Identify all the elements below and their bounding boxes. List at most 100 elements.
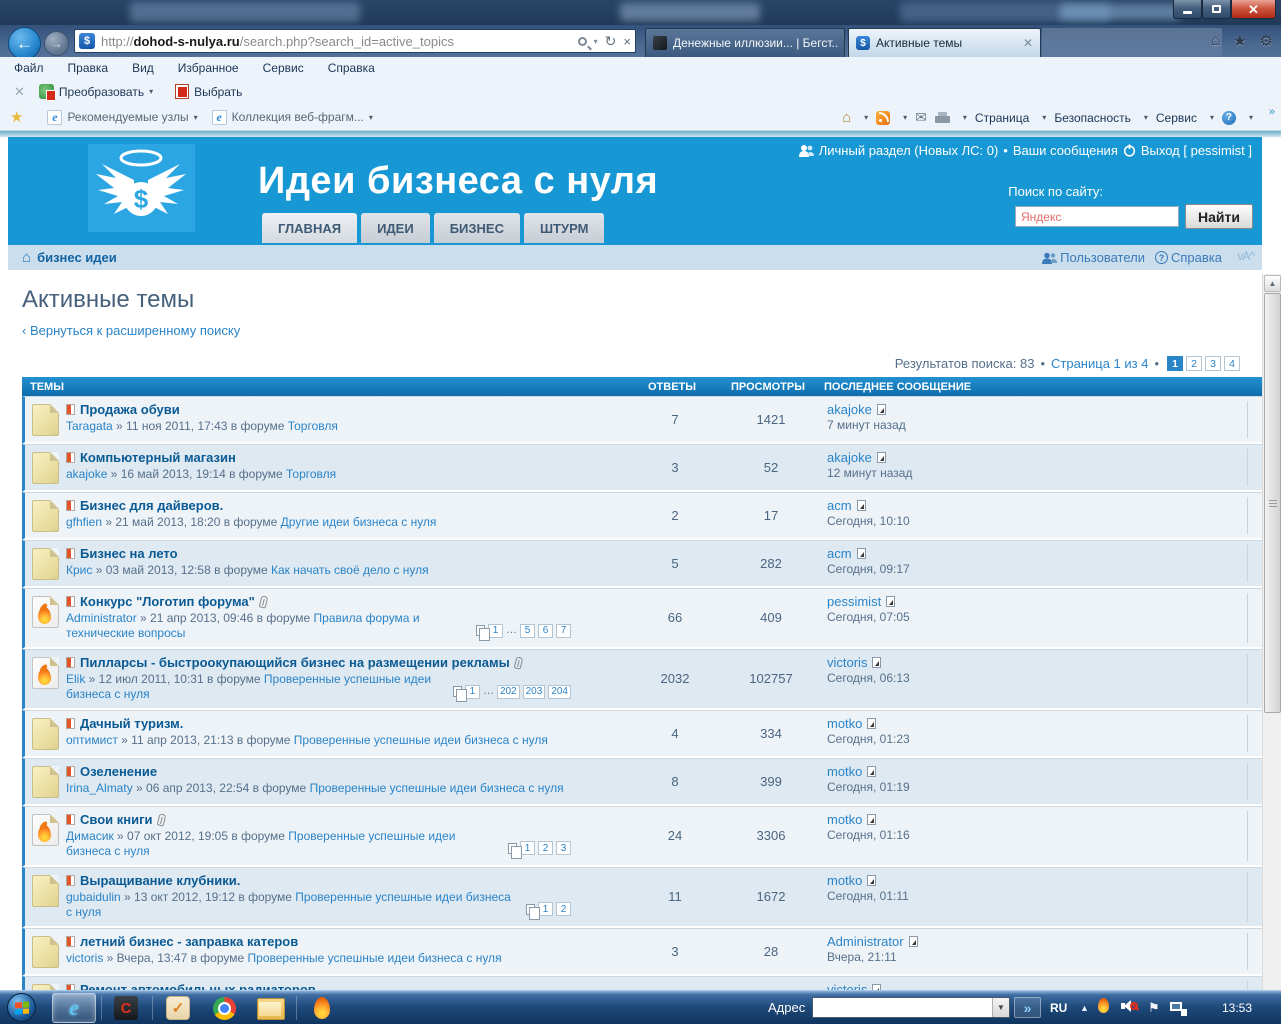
pagination-page-4[interactable]: 4 — [1224, 356, 1240, 371]
your-messages-link[interactable]: Ваши сообщения — [1013, 143, 1118, 158]
last-post-author[interactable]: acm — [827, 498, 852, 513]
chevron-down-icon[interactable]: ▾ — [963, 113, 967, 122]
menu-item-Сервис[interactable]: Сервис — [263, 61, 304, 75]
taskbar-ie-button[interactable]: e — [52, 993, 96, 1023]
topic-title-link[interactable]: Бизнес для дайверов. — [80, 498, 223, 513]
volume-muted-icon[interactable] — [1120, 998, 1138, 1014]
mini-page-link[interactable]: 5 — [520, 624, 535, 638]
action-center-flag-icon[interactable]: ⚑ — [1148, 1000, 1160, 1016]
last-post-icon[interactable] — [867, 814, 876, 825]
add-favorite-icon[interactable]: ★ — [10, 108, 23, 126]
show-hidden-icons[interactable]: ▲ — [1080, 1003, 1089, 1013]
taskbar-app-button-3[interactable] — [300, 993, 344, 1023]
mini-page-link[interactable]: 6 — [538, 624, 553, 638]
mini-page-link[interactable]: 3 — [556, 841, 571, 855]
chevron-down-icon[interactable]: ▾ — [1042, 113, 1046, 122]
forum-link[interactable]: Как начать своё дело с нуля — [271, 563, 429, 577]
menu-item-Вид[interactable]: Вид — [132, 61, 154, 75]
author-link[interactable]: akajoke — [66, 467, 107, 481]
mini-page-link[interactable]: 202 — [497, 685, 520, 699]
home-icon[interactable]: ⌂ — [1211, 32, 1220, 50]
personal-section-link[interactable]: Личный раздел (Новых ЛС: 0) — [819, 143, 999, 158]
taskbar-app-button-2[interactable]: ✓ — [156, 993, 200, 1023]
start-button[interactable] — [7, 993, 36, 1022]
chevron-down-icon[interactable]: ▾ — [1249, 113, 1253, 122]
last-post-author[interactable]: victoris — [827, 655, 867, 670]
topic-title-link[interactable]: Свои книги — [80, 812, 153, 827]
address-bar[interactable]: $ http://dohod-s-nulya.ru/search.php?sea… — [74, 29, 636, 53]
last-post-icon[interactable] — [886, 596, 895, 607]
mini-page-link[interactable]: 1 — [488, 624, 503, 638]
menu-item-Файл[interactable]: Файл — [14, 61, 44, 75]
favorites-star-icon[interactable]: ★ — [1233, 32, 1246, 50]
chevron-down-icon[interactable]: ▾ — [369, 113, 373, 122]
last-post-author[interactable]: motko — [827, 812, 862, 827]
network-icon[interactable] — [1170, 1001, 1187, 1016]
mini-page-link[interactable]: 7 — [556, 624, 571, 638]
last-post-author[interactable]: motko — [827, 716, 862, 731]
back-to-search-link[interactable]: ‹ Вернуться к расширенному поиску — [22, 323, 240, 338]
mini-page-link[interactable]: 1 — [520, 841, 535, 855]
new-tab-area[interactable] — [1042, 28, 1222, 57]
pagination-page-2[interactable]: 2 — [1186, 356, 1202, 371]
search-dropdown-icon[interactable]: ▾ — [594, 37, 598, 46]
pagination-page-3[interactable]: 3 — [1205, 356, 1221, 371]
maximize-button[interactable] — [1202, 0, 1231, 19]
last-post-author[interactable]: victoris — [827, 982, 867, 990]
last-post-author[interactable]: akajoke — [827, 450, 872, 465]
topic-title-link[interactable]: Компьютерный магазин — [80, 450, 236, 465]
last-post-author[interactable]: motko — [827, 764, 862, 779]
mini-page-link[interactable]: 1 — [538, 902, 553, 916]
browser-tab-inactive[interactable]: Денежные иллюзии... | Бегст... — [645, 28, 845, 57]
pagination-page-1[interactable]: 1 — [1167, 356, 1183, 371]
site-logo[interactable]: $ — [88, 144, 195, 232]
chevron-down-icon[interactable]: ▾ — [864, 113, 868, 122]
author-link[interactable]: Крис — [66, 563, 92, 577]
mini-page-link[interactable]: 2 — [538, 841, 553, 855]
last-post-author[interactable]: pessimist — [827, 594, 881, 609]
last-post-icon[interactable] — [872, 657, 881, 668]
author-link[interactable]: Taragata — [66, 419, 113, 433]
address-go-button[interactable]: » — [1014, 997, 1041, 1018]
refresh-icon[interactable]: ↻ — [605, 33, 617, 50]
safety-menu-button[interactable]: Безопасность — [1054, 111, 1131, 125]
author-link[interactable]: Administrator — [66, 611, 137, 625]
stop-icon[interactable]: × — [623, 34, 631, 49]
author-link[interactable]: Irina_Almaty — [66, 781, 133, 795]
tray-flame-icon[interactable] — [1098, 998, 1109, 1013]
author-link[interactable]: оптимист — [66, 733, 118, 747]
back-button[interactable]: ← — [8, 27, 41, 60]
tools-menu-button[interactable]: Сервис — [1156, 111, 1197, 125]
help-link[interactable]: Справка — [1155, 250, 1222, 265]
address-toolbar-input[interactable]: ▼ — [812, 997, 1010, 1018]
last-post-icon[interactable] — [867, 718, 876, 729]
close-button[interactable]: ✕ — [1231, 0, 1276, 19]
site-nav-tab-ШТУРМ[interactable]: ШТУРМ — [524, 213, 604, 243]
forum-link[interactable]: Проверенные успешные идеи бизнеса с нуля — [294, 733, 548, 747]
logout-link[interactable]: Выход [ pessimist ] — [1141, 143, 1252, 158]
minimize-button[interactable] — [1173, 0, 1202, 19]
browser-tab-active[interactable]: $ Активные темы ✕ — [848, 28, 1041, 57]
convert-button[interactable]: Преобразовать — [59, 85, 144, 99]
topic-title-link[interactable]: Ремонт автомобильных радиаторов — [80, 982, 316, 990]
favorites-item-webslices[interactable]: Коллекция веб-фрагм... — [232, 110, 364, 124]
forum-link[interactable]: Проверенные успешные идеи бизнеса с нуля — [310, 781, 564, 795]
forum-link[interactable]: Проверенные успешные идеи бизнеса с нуля — [248, 951, 502, 965]
site-nav-tab-БИЗНЕС[interactable]: БИЗНЕС — [434, 213, 520, 243]
home-icon[interactable]: ⌂ — [842, 109, 851, 126]
mini-page-link[interactable]: 203 — [523, 685, 546, 699]
favorites-item-recommended[interactable]: Рекомендуемые узлы — [67, 110, 188, 124]
chevron-down-icon[interactable]: ▾ — [194, 113, 198, 122]
forward-button[interactable]: → — [44, 31, 69, 56]
url-text[interactable]: http://dohod-s-nulya.ru/search.php?searc… — [101, 34, 578, 49]
site-nav-tab-ИДЕИ[interactable]: ИДЕИ — [361, 213, 430, 243]
vertical-scrollbar[interactable]: ▲ ▼ — [1262, 274, 1281, 990]
language-indicator[interactable]: RU — [1050, 1001, 1067, 1015]
tab-close-icon[interactable]: ✕ — [1023, 36, 1033, 50]
author-link[interactable]: gfhfien — [66, 515, 102, 529]
mini-page-link[interactable]: 2 — [556, 902, 571, 916]
mini-page-link[interactable]: 1 — [465, 685, 480, 699]
chevron-down-icon[interactable]: ▾ — [1210, 113, 1214, 122]
mini-page-link[interactable]: 204 — [548, 685, 571, 699]
last-post-author[interactable]: acm — [827, 546, 852, 561]
